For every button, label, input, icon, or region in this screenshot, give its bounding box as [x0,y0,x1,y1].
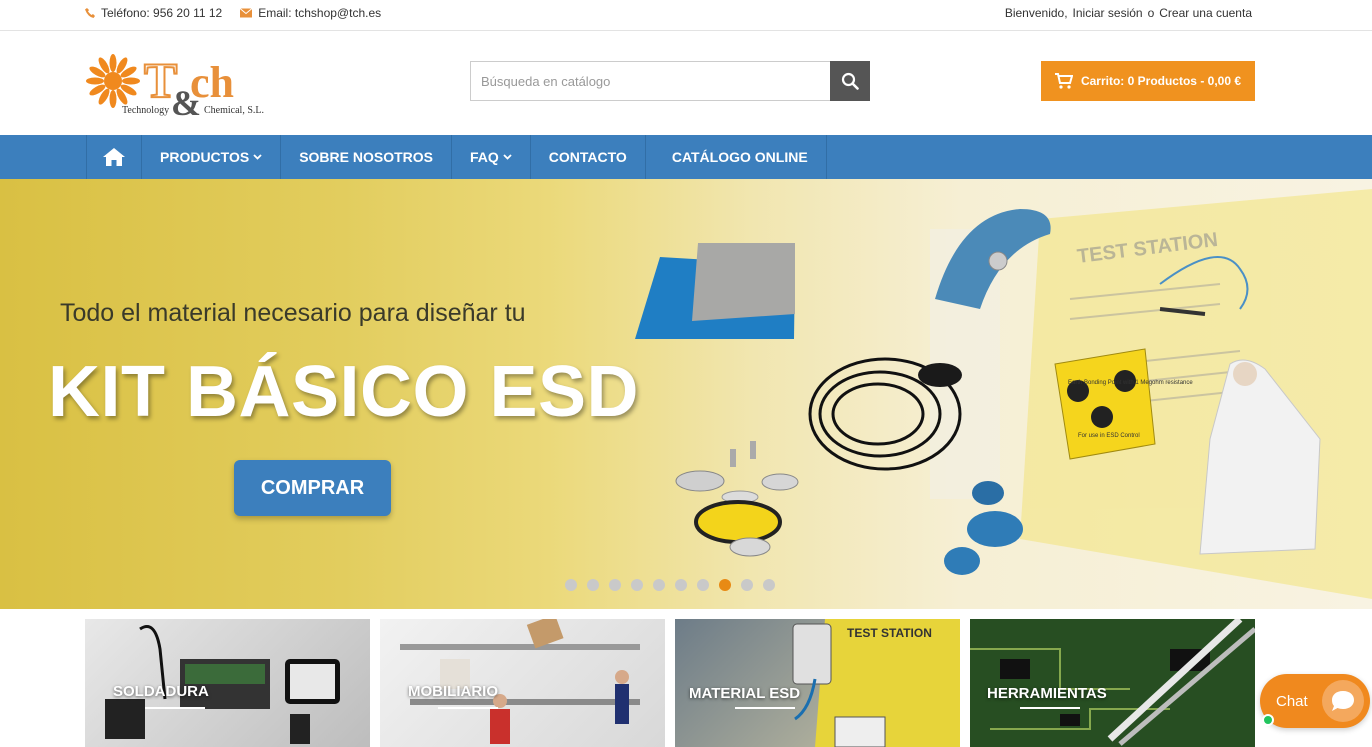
category-underline [1020,707,1080,709]
nav-label: SOBRE NOSOTROS [299,149,433,165]
search-button[interactable] [830,61,870,101]
nav-home[interactable] [86,135,142,179]
header: T ch & Technology Chemical, S.L. Carrito… [0,31,1372,135]
main-nav: PRODUCTOS SOBRE NOSOTROS FAQ CONTACTO CA… [0,135,1372,179]
phone-text: Teléfono: 956 20 11 12 [101,6,223,20]
mail-icon [240,8,253,18]
category-underline [735,707,795,709]
cart-button[interactable]: Carrito: 0 Productos - 0,00 € [1041,61,1255,101]
plug-label: Earth Bonding Point with 1 Megohm resist… [1068,380,1193,386]
nav-catalogo-online[interactable]: CATÁLOGO ONLINE [646,135,827,179]
slider-dot-7[interactable] [697,579,709,591]
tools-image [970,619,1255,747]
search-icon [841,72,859,90]
or-text: o [1147,6,1155,20]
esd-thumb-label: TEST STATION [847,626,932,640]
sun-icon [86,54,140,108]
nav-label: CONTACTO [548,149,627,165]
chevron-down-icon [253,154,262,160]
category-material-esd[interactable]: TEST STATION MATERIAL ESD [675,619,960,747]
category-label: SOLDADURA [113,683,209,700]
cart-label: Carrito: 0 Productos - 0,00 € [1080,74,1242,88]
slider-dot-8[interactable] [719,579,731,591]
slider-dot-2[interactable] [587,579,599,591]
nav-contacto[interactable]: CONTACTO [531,135,646,179]
welcome-text: Bienvenido, [1004,6,1068,20]
category-mobiliario[interactable]: MOBILIARIO [380,619,665,747]
slider-dot-1[interactable] [565,579,577,591]
nav-productos[interactable]: PRODUCTOS [142,135,282,179]
nav-label: CATÁLOGO ONLINE [671,149,808,165]
slider-dot-5[interactable] [653,579,665,591]
category-underline [438,707,498,709]
phone-info: Teléfono: 956 20 11 12 [85,6,222,20]
category-label: MOBILIARIO [408,683,498,700]
plug-subtext: For use in ESD Control [1078,433,1140,439]
slider-dot-9[interactable] [741,579,753,591]
nav-faq[interactable]: FAQ [452,135,531,179]
login-link[interactable]: Iniciar sesión [1073,6,1143,20]
chat-bubble-icon [1332,691,1354,711]
phone-icon [85,8,95,18]
search-input[interactable] [470,61,830,101]
register-link[interactable]: Crear una cuenta [1159,6,1252,20]
slider-dot-10[interactable] [763,579,775,591]
category-grid: SOLDADURA MOBILIARIO TEST STATION MATERI… [85,619,1255,747]
chat-widget[interactable]: Chat [1260,674,1370,728]
esd-material-image: TEST STATION [792,619,960,747]
svg-text:&: & [171,83,201,123]
email-text: Email: tchshop@tch.es [258,6,382,20]
slider-dots [565,579,775,591]
category-herramientas[interactable]: HERRAMIENTAS [970,619,1255,747]
email-info[interactable]: Email: tchshop@tch.es [240,6,381,20]
slider-dot-4[interactable] [631,579,643,591]
contact-info: Teléfono: 956 20 11 12 Email: tchshop@tc… [85,6,381,20]
home-icon [103,148,125,166]
category-soldadura[interactable]: SOLDADURA [85,619,370,747]
nav-sobre-nosotros[interactable]: SOBRE NOSOTROS [281,135,452,179]
hero-title: KIT BÁSICO ESD [48,352,640,432]
online-status-indicator [1262,714,1274,726]
hero-slider[interactable]: TEST STATION Earth Bonding Point with 1 … [0,179,1372,609]
slider-dot-3[interactable] [609,579,621,591]
slider-dot-6[interactable] [675,579,687,591]
chevron-down-icon [503,154,512,160]
category-underline [145,707,205,709]
buy-button[interactable]: COMPRAR [234,460,391,516]
chat-button[interactable] [1322,680,1364,722]
account-links: Bienvenido, Iniciar sesión o Crear una c… [1005,6,1252,20]
chat-label: Chat [1276,692,1308,710]
category-label: HERRAMIENTAS [987,685,1107,702]
top-bar: Teléfono: 956 20 11 12 Email: tchshop@tc… [0,0,1372,31]
cart-icon [1054,73,1073,89]
logo-line2: Chemical, S.L. [204,105,264,116]
hero-subtitle: Todo el material necesario para diseñar … [60,299,526,327]
logo-line1: Technology [122,105,169,116]
search-bar [470,61,870,101]
site-logo[interactable]: T ch & Technology Chemical, S.L. [86,53,266,125]
nav-label: FAQ [470,149,499,165]
category-label: MATERIAL ESD [689,685,801,702]
hero-product-image: TEST STATION Earth Bonding Point with 1 … [635,189,1372,599]
nav-label: PRODUCTOS [160,149,250,165]
